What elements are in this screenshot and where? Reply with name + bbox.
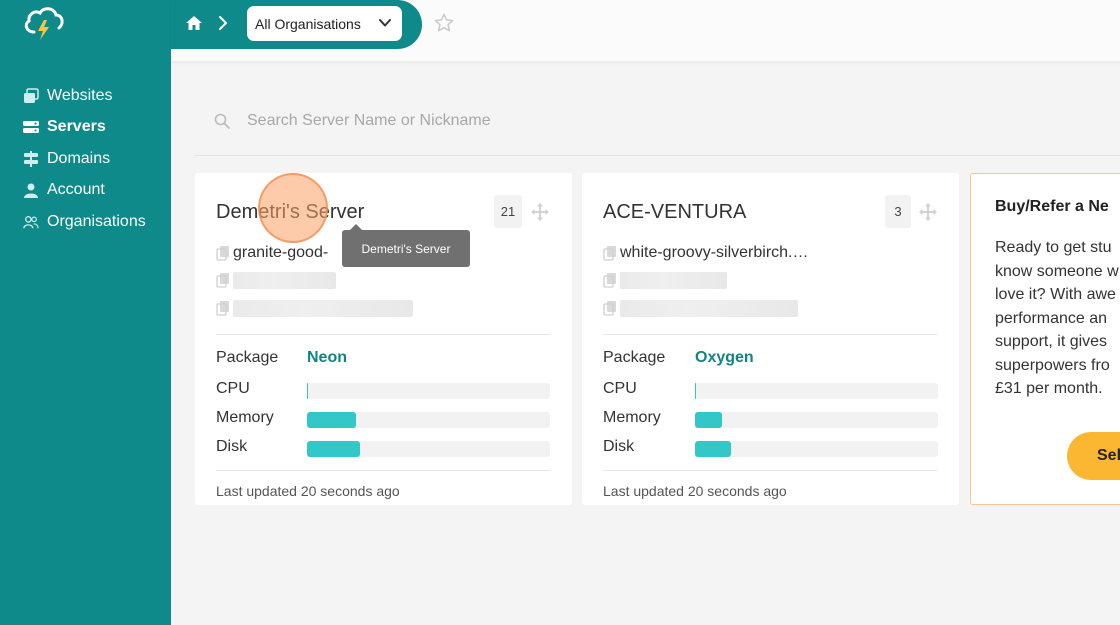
sidebar-item-account[interactable]: Account <box>0 175 171 207</box>
domains-icon <box>23 150 39 167</box>
server-name-tooltip: Demetri's Server <box>342 224 470 267</box>
redacted-value <box>620 299 798 317</box>
copy-icon[interactable] <box>603 272 617 288</box>
promo-line: performance an <box>995 309 1108 327</box>
hostname-row: white-groovy-silverbirch.… <box>603 243 809 263</box>
promo-line: Ready to get stu <box>995 239 1112 256</box>
chevron-down-icon <box>379 19 391 27</box>
package-label: Package <box>603 349 666 366</box>
sidebar-item-organisations[interactable]: Organisations <box>0 206 171 238</box>
promo-line: know someone w <box>995 262 1119 280</box>
cpu-label: CPU <box>216 380 250 397</box>
sidebar-item-domains[interactable]: Domains <box>0 143 171 175</box>
copy-icon[interactable] <box>216 300 230 316</box>
copy-icon[interactable] <box>603 300 617 316</box>
ip-row <box>603 270 727 290</box>
disk-usage-bar <box>307 441 550 457</box>
drag-move-icon[interactable] <box>918 202 938 222</box>
divider <box>603 334 938 335</box>
chevron-right-icon <box>219 16 227 30</box>
cpu-usage-bar <box>695 383 938 399</box>
ipv6-row <box>216 298 413 318</box>
cpu-usage-fill <box>695 383 696 399</box>
search-icon <box>214 113 230 129</box>
sidebar-item-label: Servers <box>47 118 106 136</box>
ip-row <box>216 270 336 290</box>
favourite-star-icon[interactable] <box>433 12 455 34</box>
copy-icon[interactable] <box>216 245 230 261</box>
server-hostname: white-groovy-silverbirch.… <box>620 244 809 261</box>
promo-title: Buy/Refer a Ne <box>995 198 1109 215</box>
memory-usage-bar <box>307 412 550 428</box>
server-card[interactable]: ACE-VENTURA 3 white-groovy-silverbirch.…… <box>582 173 959 505</box>
promo-line: £31 per month. <box>995 380 1103 397</box>
drag-move-icon[interactable] <box>530 202 550 222</box>
last-updated: Last updated 20 seconds ago <box>216 483 400 499</box>
server-name[interactable]: ACE-VENTURA <box>603 201 746 224</box>
promo-line: superpowers fro <box>995 356 1110 374</box>
cpu-label: CPU <box>603 380 637 397</box>
server-card[interactable]: Demetri's Server 21 granite-good- Packag… <box>195 173 572 505</box>
divider <box>216 470 551 471</box>
divider <box>216 334 551 335</box>
promo-text: Ready to get stu know someone w love it?… <box>995 236 1120 401</box>
cpu-usage-fill <box>307 383 308 399</box>
memory-usage-fill <box>695 412 722 428</box>
sidebar-item-servers[interactable]: Servers <box>0 112 171 144</box>
copy-icon[interactable] <box>216 272 230 288</box>
websites-icon <box>23 88 39 104</box>
server-count-badge: 21 <box>494 195 522 228</box>
last-updated: Last updated 20 seconds ago <box>603 483 787 499</box>
disk-label: Disk <box>603 438 635 455</box>
memory-label: Memory <box>603 409 661 426</box>
promo-line: support, it gives <box>995 333 1108 350</box>
redacted-value <box>233 299 413 317</box>
package-name[interactable]: Neon <box>307 349 347 367</box>
package-label: Package <box>216 349 279 366</box>
account-icon <box>23 182 39 199</box>
search-bar <box>195 100 1120 156</box>
servers-icon <box>23 119 39 135</box>
sidebar-nav: Websites Servers Domains Account Organis… <box>0 80 171 238</box>
sidebar-item-label: Account <box>47 181 105 199</box>
home-icon[interactable] <box>185 14 203 32</box>
disk-label: Disk <box>216 438 248 455</box>
server-hostname: granite-good- <box>233 244 329 261</box>
divider <box>603 470 938 471</box>
promo-card: Buy/Refer a Ne Ready to get stu know som… <box>970 173 1120 505</box>
disk-usage-bar <box>695 441 938 457</box>
redacted-value <box>233 271 336 289</box>
click-indicator <box>258 173 328 243</box>
search-input[interactable] <box>247 108 847 134</box>
disk-usage-fill <box>307 441 360 457</box>
memory-usage-bar <box>695 412 938 428</box>
breadcrumb: All Organisations <box>171 0 422 49</box>
server-count-badge: 3 <box>885 195 911 228</box>
hostname-row: granite-good- <box>216 243 328 263</box>
disk-usage-fill <box>695 441 731 457</box>
cpu-usage-bar <box>307 383 550 399</box>
organisation-select-value: All Organisations <box>255 15 361 32</box>
organisation-select[interactable]: All Organisations <box>247 6 402 41</box>
promo-line: love it? With awe <box>995 286 1116 303</box>
redacted-value <box>620 271 727 289</box>
ipv6-row <box>603 298 798 318</box>
package-name[interactable]: Oxygen <box>695 349 754 367</box>
cloud-lightning-logo-icon[interactable] <box>22 4 66 42</box>
memory-usage-fill <box>307 412 356 428</box>
sidebar-item-label: Websites <box>47 86 113 104</box>
sidebar-item-label: Organisations <box>47 212 146 230</box>
sidebar: Websites Servers Domains Account Organis… <box>0 0 171 625</box>
sidebar-item-label: Domains <box>47 149 111 167</box>
copy-icon[interactable] <box>603 245 617 261</box>
promo-select-button[interactable]: Sel <box>1067 432 1120 480</box>
memory-label: Memory <box>216 409 274 426</box>
top-bar: All Organisations <box>171 0 1120 62</box>
sidebar-item-websites[interactable]: Websites <box>0 80 171 112</box>
organisations-icon <box>23 214 39 230</box>
